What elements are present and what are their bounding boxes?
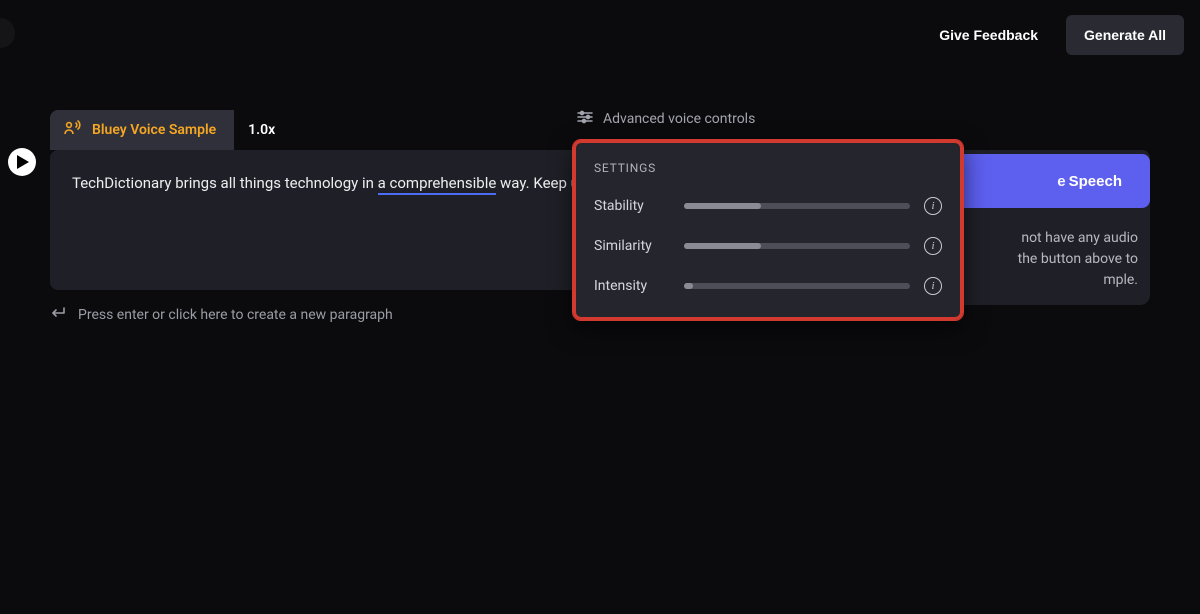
play-button[interactable] [8,148,36,176]
setting-row-similarity: Similarity i [594,237,942,255]
voice-icon [64,120,82,140]
intensity-label: Intensity [594,278,684,294]
setting-row-intensity: Intensity i [594,277,942,295]
play-icon [17,155,29,169]
stability-slider-fill [684,203,761,209]
intensity-slider-fill [684,283,693,289]
stability-info-icon[interactable]: i [924,197,942,215]
top-bar: Give Feedback Generate All [0,0,1200,70]
stability-slider[interactable] [684,203,910,209]
similarity-slider[interactable] [684,243,910,249]
editor-text-prefix: TechDictionary brings all things technol… [72,174,378,192]
intensity-slider[interactable] [684,283,910,289]
voice-sample-label: Bluey Voice Sample [92,122,216,138]
new-paragraph-hint-text: Press enter or click here to create a ne… [78,307,393,323]
sliders-icon [577,110,593,128]
advanced-voice-controls-label: Advanced voice controls [603,111,755,127]
voice-sample-tab[interactable]: Bluey Voice Sample [50,110,234,150]
editor-text-underlined: a comprehensible [378,174,497,195]
stability-label: Stability [594,198,684,214]
intensity-info-icon[interactable]: i [924,277,942,295]
generate-all-button[interactable]: Generate All [1066,15,1184,55]
advanced-voice-controls-button[interactable]: Advanced voice controls [577,110,755,128]
give-feedback-button[interactable]: Give Feedback [927,17,1050,53]
similarity-label: Similarity [594,238,684,254]
settings-popover: SETTINGS Stability i Similarity i Intens… [573,140,963,320]
settings-title: SETTINGS [594,161,942,175]
enter-key-icon [50,306,66,324]
setting-row-stability: Stability i [594,197,942,215]
playback-speed-tab[interactable]: 1.0x [234,112,289,148]
similarity-slider-fill [684,243,761,249]
similarity-info-icon[interactable]: i [924,237,942,255]
